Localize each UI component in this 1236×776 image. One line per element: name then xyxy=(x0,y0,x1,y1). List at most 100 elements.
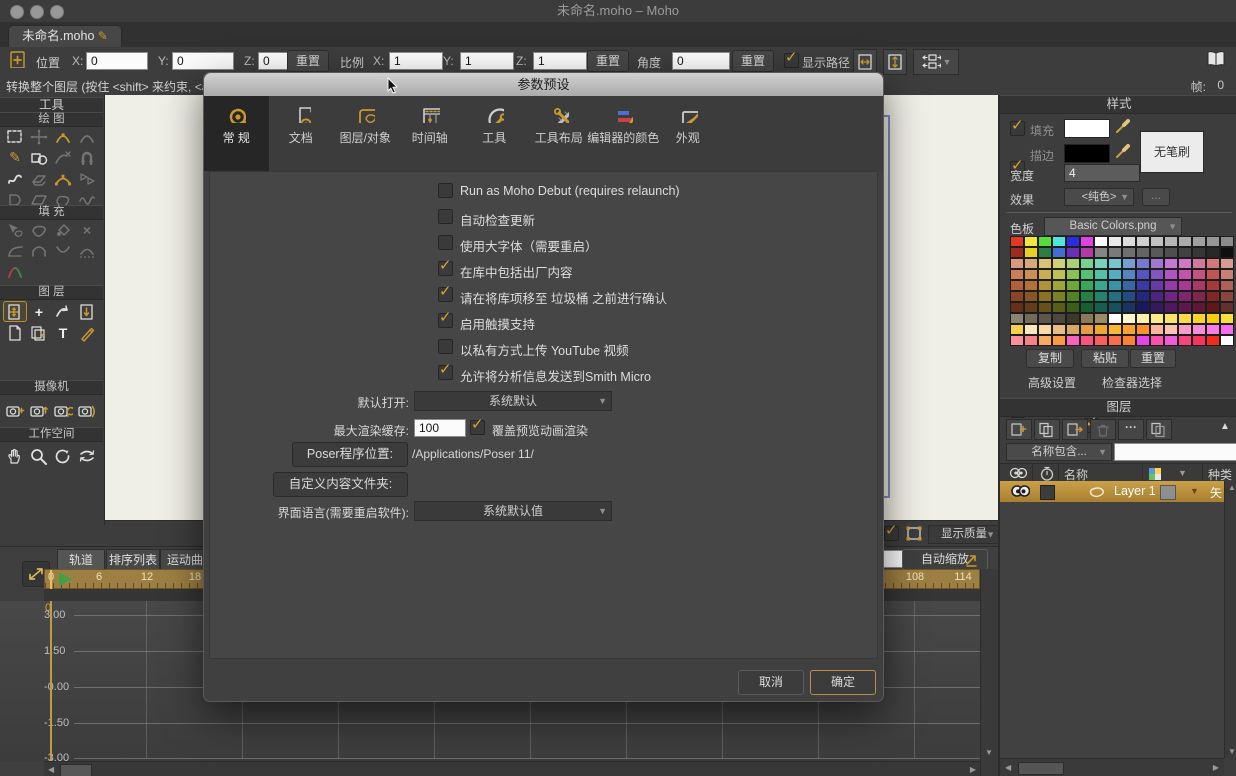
fill-eyedropper-icon[interactable] xyxy=(1114,117,1134,135)
stroke-eyedropper-icon[interactable] xyxy=(1114,142,1134,160)
scale-y-field[interactable]: 1 xyxy=(460,52,514,70)
palette-swatch[interactable] xyxy=(1122,280,1136,291)
palette-swatch[interactable] xyxy=(1136,236,1150,247)
palette-swatch[interactable] xyxy=(1220,313,1234,324)
width-field[interactable]: 4 xyxy=(1064,164,1140,182)
layer-animation-checkbox[interactable] xyxy=(1040,485,1055,500)
palette-swatch[interactable] xyxy=(1136,258,1150,269)
dialog-checkbox-4[interactable]: ✓ xyxy=(438,261,453,276)
palette-swatch[interactable] xyxy=(1178,313,1192,324)
palette-swatch[interactable] xyxy=(1052,280,1066,291)
dialog-checkbox-6[interactable]: ✓ xyxy=(438,313,453,328)
dialog-tab-document[interactable]: 文档 xyxy=(269,96,334,171)
autozoom-button[interactable]: 自动缩放 xyxy=(902,549,988,570)
follow-path-tool[interactable] xyxy=(51,301,75,322)
interface-language-dropdown[interactable]: 系统默认值 ▼ xyxy=(414,501,612,521)
library-book-icon[interactable] xyxy=(1205,50,1225,68)
palette-swatch[interactable] xyxy=(1024,335,1038,346)
effect-dropdown[interactable]: <纯色> ▼ xyxy=(1064,188,1134,206)
curve-profile-tool[interactable] xyxy=(51,168,75,189)
palette-swatch[interactable] xyxy=(1108,236,1122,247)
palette-swatch[interactable] xyxy=(1136,313,1150,324)
layers-list-area[interactable] xyxy=(1000,502,1224,758)
dialog-tab-editor-colors[interactable]: 编辑器的颜色 xyxy=(591,96,656,171)
palette-swatch[interactable] xyxy=(1206,280,1220,291)
palette-swatch[interactable] xyxy=(1094,324,1108,335)
dialog-titlebar[interactable]: 参数预设 xyxy=(204,73,883,97)
no-brush-button[interactable]: 无笔刷 xyxy=(1140,131,1204,173)
palette-swatch[interactable] xyxy=(1094,302,1108,313)
draw-shape-tool[interactable] xyxy=(27,147,51,168)
pos-y-field[interactable]: 0 xyxy=(172,52,234,70)
palette-swatch[interactable] xyxy=(1038,313,1052,324)
palette-swatch[interactable] xyxy=(1150,291,1164,302)
scale-x-field[interactable]: 1 xyxy=(389,52,443,70)
palette-swatch[interactable] xyxy=(1150,258,1164,269)
palette-swatch[interactable] xyxy=(1150,280,1164,291)
palette-swatch[interactable] xyxy=(1150,313,1164,324)
palette-swatch[interactable] xyxy=(1094,335,1108,346)
timeline-vscrollbar[interactable]: ▼ xyxy=(980,569,998,776)
transform-layer-tool[interactable] xyxy=(3,301,27,322)
hide-edge-tool[interactable] xyxy=(27,240,51,261)
delete-layer-button[interactable] xyxy=(1090,419,1116,440)
palette-swatch[interactable] xyxy=(1220,247,1234,258)
palette-swatch[interactable] xyxy=(1192,302,1206,313)
palette-swatch[interactable] xyxy=(1178,247,1192,258)
collapse-panel-icon[interactable]: ▲ xyxy=(1220,421,1230,432)
palette-swatch[interactable] xyxy=(1066,324,1080,335)
palette-swatch[interactable] xyxy=(1220,258,1234,269)
palette-swatch[interactable] xyxy=(1178,302,1192,313)
palette-swatch[interactable] xyxy=(1066,247,1080,258)
palette-swatch[interactable] xyxy=(1108,280,1122,291)
scroll-thumb[interactable] xyxy=(60,764,92,776)
palette-swatch[interactable] xyxy=(1206,236,1220,247)
palette-swatch[interactable] xyxy=(1122,324,1136,335)
add-point-tool[interactable] xyxy=(51,126,75,147)
select-shape-tool[interactable] xyxy=(3,219,27,240)
palette-swatch[interactable] xyxy=(1052,258,1066,269)
palette-swatch[interactable] xyxy=(1178,280,1192,291)
palette-swatch[interactable] xyxy=(1052,291,1066,302)
palette-swatch[interactable] xyxy=(1038,247,1052,258)
palette-swatch[interactable] xyxy=(1164,247,1178,258)
palette-swatch[interactable] xyxy=(1052,269,1066,280)
scale-z-field[interactable]: 1 xyxy=(533,52,587,70)
palette-swatch[interactable] xyxy=(1052,324,1066,335)
camera-track-tool[interactable] xyxy=(3,400,27,421)
palette-swatch[interactable] xyxy=(1038,324,1052,335)
palette-swatch[interactable] xyxy=(1108,269,1122,280)
palette-swatch[interactable] xyxy=(1024,280,1038,291)
palette-swatch[interactable] xyxy=(1136,302,1150,313)
palette-swatch[interactable] xyxy=(1010,269,1024,280)
reset-height-icon[interactable] xyxy=(883,49,907,75)
text-tool-tool[interactable]: T xyxy=(51,322,75,343)
palette-swatch[interactable] xyxy=(1220,236,1234,247)
palette-swatch[interactable] xyxy=(1192,269,1206,280)
palette-swatch[interactable] xyxy=(1108,291,1122,302)
palette-swatch[interactable] xyxy=(1080,247,1094,258)
palette-swatch[interactable] xyxy=(1206,313,1220,324)
palette-swatch[interactable] xyxy=(1206,324,1220,335)
palette-swatch[interactable] xyxy=(1164,269,1178,280)
stroke-color-swatch[interactable] xyxy=(1064,144,1110,163)
palette-swatch[interactable] xyxy=(1010,236,1024,247)
palette-swatch[interactable] xyxy=(1052,247,1066,258)
scroll-right-icon[interactable]: ▶ xyxy=(1213,763,1219,772)
palette-swatch[interactable] xyxy=(1080,269,1094,280)
palette-copy-button[interactable]: 复制 xyxy=(1026,349,1074,368)
palette-swatch[interactable] xyxy=(1066,269,1080,280)
document-tab[interactable]: 未命名.moho ✎ xyxy=(8,25,122,48)
layer-more-button[interactable]: ··· xyxy=(1118,419,1144,440)
palette-swatch[interactable] xyxy=(1136,247,1150,258)
palette-swatch[interactable] xyxy=(1066,258,1080,269)
palette-swatch[interactable] xyxy=(1108,247,1122,258)
cancel-button[interactable]: 取消 xyxy=(738,670,804,695)
palette-swatch[interactable] xyxy=(1066,302,1080,313)
palette-swatch[interactable] xyxy=(1080,291,1094,302)
quality-checkbox[interactable]: ✓ xyxy=(884,526,899,541)
dialog-tab-tool-layout[interactable]: 工具布局 xyxy=(527,96,592,171)
add-point-tool-tool[interactable]: + xyxy=(27,301,51,322)
position-reset-button[interactable]: 重置 xyxy=(287,50,329,72)
palette-swatch[interactable] xyxy=(1206,291,1220,302)
